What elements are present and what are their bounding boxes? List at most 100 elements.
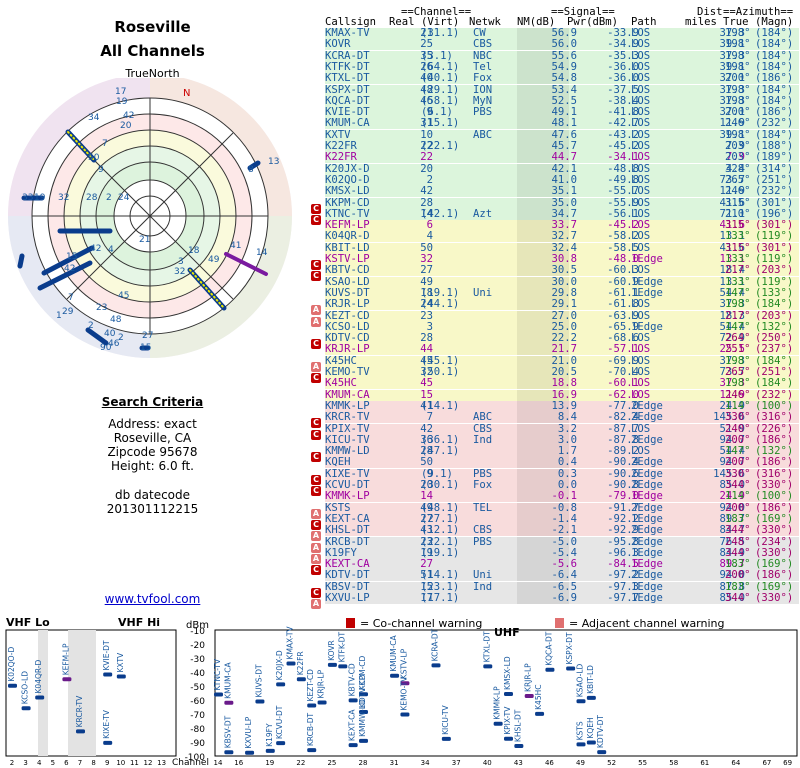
- spectrum-bar: [431, 663, 441, 668]
- polar-channel-label: 48: [110, 315, 122, 325]
- cell-real: 50: [420, 456, 433, 469]
- cell-nm: 27.0: [551, 309, 577, 322]
- co-channel-warning-icon: C: [311, 271, 321, 282]
- spectrum-bar: [307, 703, 317, 708]
- cell-call: KRJR-LP: [325, 298, 370, 311]
- cell-true: 114°: [725, 490, 751, 503]
- x-tick-label: 52: [607, 759, 616, 767]
- x-tick-label: 55: [638, 759, 647, 767]
- polar-channel-label: 14: [256, 248, 268, 258]
- adjacent-channel-warning-icon: A: [311, 599, 321, 609]
- table-row: KQEH 50 0.4 -90.4 2Edge 94.7 200° (186°): [325, 456, 799, 469]
- spectrum-bar-label: K45HC: [534, 685, 543, 710]
- cell-true: 328°: [725, 162, 751, 175]
- spectrum-bar-label: KRCR-TV: [75, 695, 84, 727]
- cell-real: 15: [420, 388, 433, 401]
- spectrum-bar-label: KTXL-DT: [482, 631, 491, 663]
- cell-real: 22: [420, 151, 433, 164]
- cell-magn: (226°): [755, 422, 794, 435]
- cell-magn: (232°): [755, 185, 794, 198]
- polar-channel-label: 19: [116, 97, 128, 107]
- polar-channel-label: 34: [88, 113, 100, 123]
- x-tick-label: 64: [731, 759, 740, 767]
- spectrum-bar: [276, 682, 286, 687]
- spectrum-bar-label: KRJR-LP: [524, 663, 533, 692]
- cell-call: KMSX-LD: [325, 185, 370, 198]
- cell-nm: 29.1: [551, 298, 577, 311]
- spectrum-bar: [524, 693, 534, 698]
- cell-net: Azt: [473, 207, 493, 220]
- cell-path: 2Edge: [631, 535, 663, 548]
- spectrum-bar-label: K19FY: [265, 723, 274, 747]
- cell-path: 2Edge: [631, 524, 663, 537]
- polar-plot: N 171934 4220750913833 19 32 28 2 24421542214 1…: [8, 78, 292, 358]
- spectrum-bar-label: KICU-TV: [441, 704, 450, 734]
- co-channel-warning-icon: C: [311, 474, 321, 485]
- polar-channel-label: 7: [102, 139, 108, 149]
- spectrum-bar: [317, 700, 327, 705]
- x-tick-label: 40: [483, 759, 492, 767]
- x-tick-label: 28: [359, 759, 368, 767]
- cell-path: LOS: [631, 151, 651, 164]
- header-miles: miles: [685, 16, 717, 28]
- polar-channel-label: 3: [178, 257, 184, 267]
- y-tick-label: -50: [190, 683, 205, 693]
- co-channel-legend-icon: [346, 618, 355, 628]
- x-tick-label: 11: [130, 759, 139, 767]
- cell-nm: 8.4: [557, 411, 577, 424]
- cell-net: ABC: [473, 128, 493, 141]
- cell-path: 1Edge: [631, 490, 663, 503]
- cell-magn: (119°): [755, 230, 794, 243]
- cell-magn: (186°): [755, 501, 794, 514]
- x-tick-label: 69: [783, 759, 792, 767]
- co-channel-warning-icon: C: [311, 214, 321, 225]
- cell-nm: -0.1: [551, 490, 577, 503]
- spectrum-bar: [348, 698, 358, 703]
- polar-channel-label: 21: [139, 235, 150, 245]
- adjacent-channel-legend: = Adjacent channel warning: [569, 617, 725, 630]
- cell-virt: (29.1): [421, 83, 460, 96]
- spectrum-bar-label: K20JX-D: [275, 650, 284, 680]
- spectrum-bar: [359, 738, 368, 743]
- spectrum-bar: [338, 664, 348, 669]
- cell-magn: (184°): [755, 377, 794, 390]
- cell-nm: 42.1: [551, 162, 577, 175]
- spectrum-bar: [586, 695, 596, 700]
- x-tick-label: 67: [762, 759, 771, 767]
- cell-true: 246°: [725, 388, 751, 401]
- cell-call: KMUM-CA: [325, 388, 370, 401]
- spectrum-bar: [245, 750, 255, 755]
- spectrum-bar-label: KEFM-LP: [61, 643, 70, 675]
- polar-channel-label: 41: [230, 241, 241, 251]
- spectrum-bar-label: K22FR: [296, 651, 305, 675]
- table-row: K45HC 45 18.8 -60.1 LOS 37.3 198° (184°): [325, 377, 799, 390]
- polar-channel-label: 50: [88, 153, 100, 163]
- polar-channel-label: 42: [90, 244, 101, 254]
- polar-channel-label: 2: [106, 193, 112, 203]
- cell-true: 240°: [725, 422, 751, 435]
- spectrum-bar-label: KMAX-TV: [286, 626, 295, 660]
- cell-magn: (330°): [755, 524, 794, 537]
- cell-net: PBS: [473, 106, 493, 119]
- tvfool-link[interactable]: www.tvfool.com: [0, 592, 305, 606]
- spectrum-bar-label: KEMO-TV: [399, 676, 408, 711]
- co-channel-warning-icon: C: [311, 486, 321, 496]
- table-row: KSAO-LD 49 30.0 -60.9 1Edge 13.1 133° (119°): [325, 276, 799, 288]
- y-tick-label: -70: [190, 711, 205, 721]
- polar-channel-label: 4: [108, 245, 114, 255]
- spectrum-bar: [103, 672, 113, 677]
- cell-nm: 56.0: [551, 38, 577, 51]
- spectrum-bar: [566, 666, 576, 671]
- x-tick-label: 3: [23, 759, 27, 767]
- table-row: KBTV-CD 27 30.5 -60.3 LOS 18.4 217° (203°): [325, 264, 799, 277]
- spectrum-bar: [103, 740, 113, 745]
- cell-true: 217°: [725, 264, 751, 277]
- polar-channel-label: 32: [174, 267, 185, 277]
- cell-net: Fox: [473, 479, 493, 491]
- x-axis-label: Channel: [172, 758, 209, 768]
- cell-true: 198°: [725, 38, 751, 51]
- cell-nm: 55.6: [551, 49, 577, 62]
- adjacent-channel-warning-icon: A: [311, 316, 321, 327]
- table-row: KOVR 25 CBS 56.0 -34.9 LOS 39.1 198° (184°): [325, 38, 799, 51]
- adjacent-channel-warning-icon: A: [311, 542, 321, 553]
